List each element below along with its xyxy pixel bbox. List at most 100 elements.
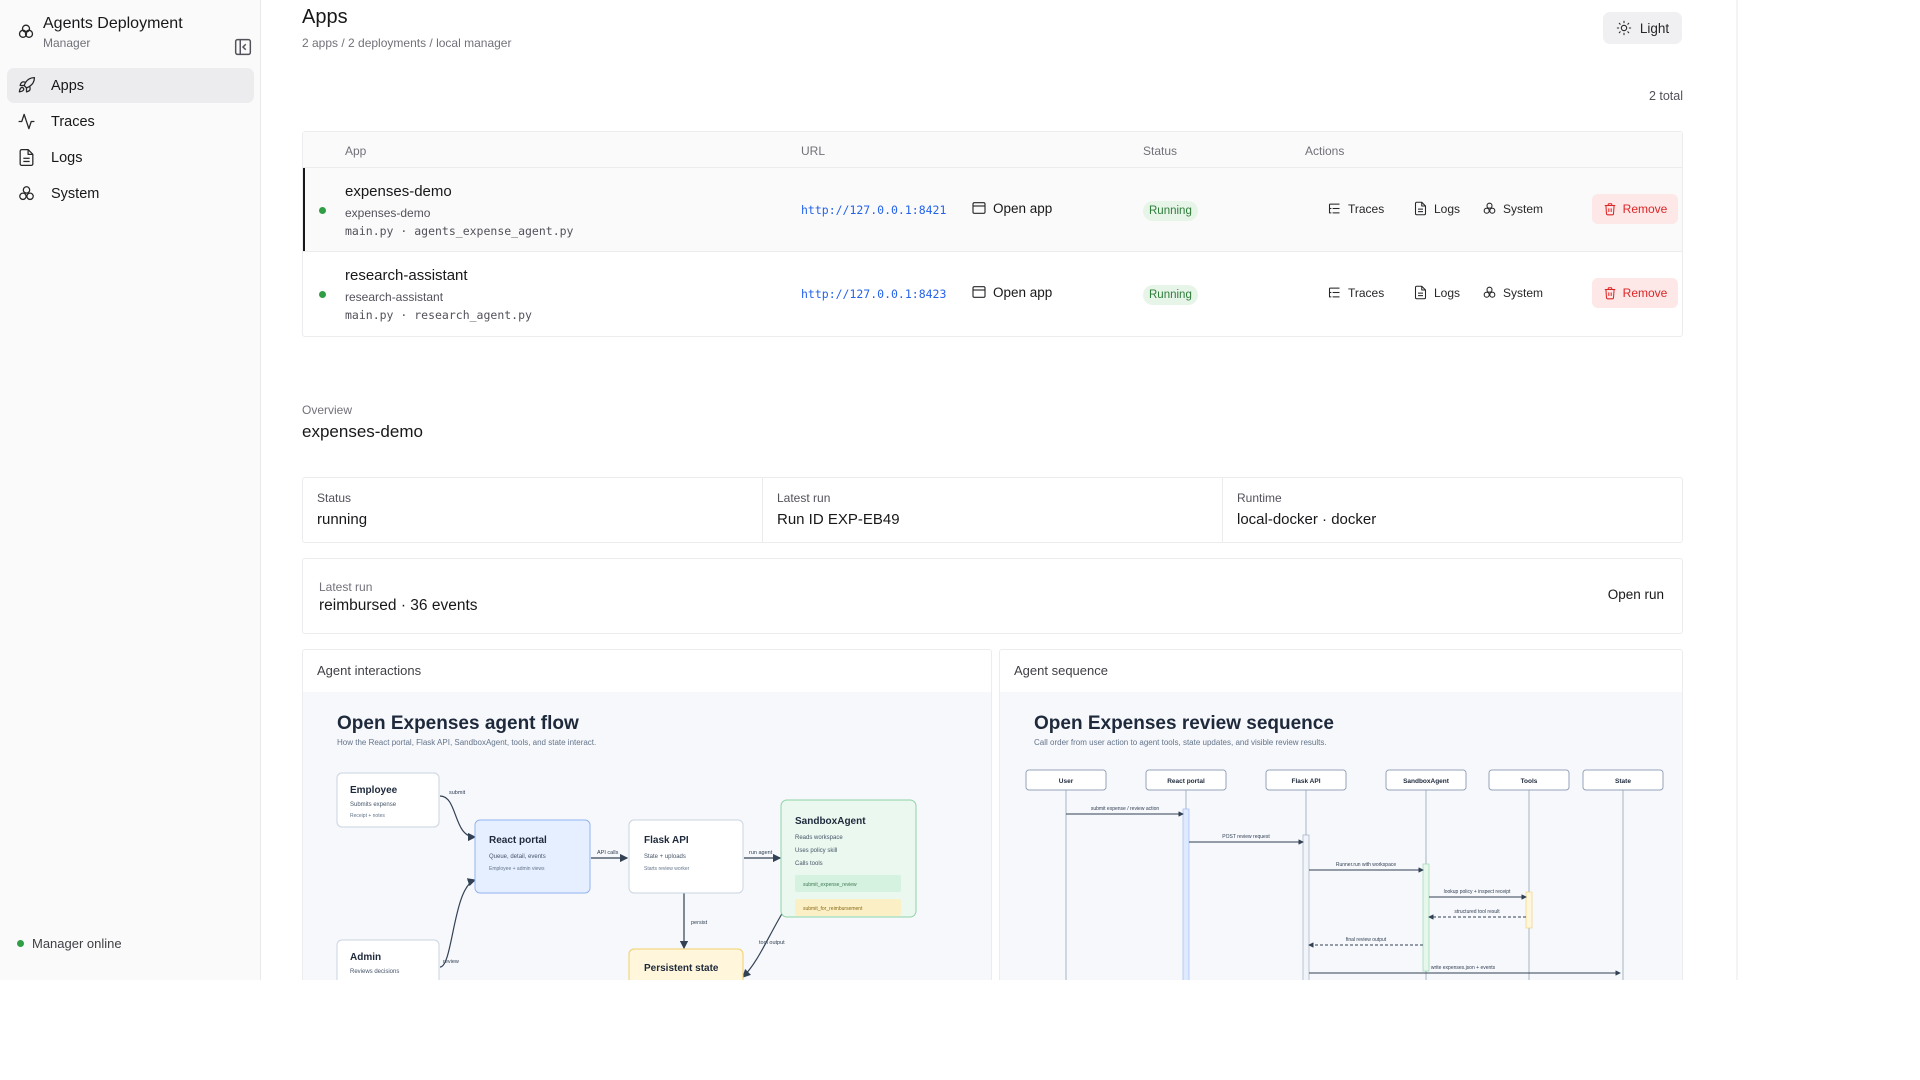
- page-title: Apps: [302, 6, 348, 28]
- node-text: Reviews decisions: [350, 969, 399, 975]
- message-label: lookup policy + inspect receipt: [1444, 889, 1511, 895]
- stat-label: Status: [317, 491, 352, 505]
- message-label: final review output: [1346, 937, 1387, 943]
- remove-button[interactable]: Remove: [1592, 194, 1678, 224]
- remove-label: Remove: [1622, 202, 1668, 216]
- system-button[interactable]: System: [1482, 285, 1543, 300]
- diagram-subtitle: Call order from user action to agent too…: [1034, 738, 1327, 747]
- actor-label: User: [1059, 778, 1074, 785]
- edge-label-persist: persist: [691, 920, 708, 926]
- sidebar: Agents Deployment Manager Apps Traces Lo…: [0, 0, 261, 980]
- column-header-app: App: [345, 144, 367, 158]
- node-title: Persistent state: [644, 963, 719, 974]
- edge-label-review: review: [443, 959, 459, 965]
- sidebar-item-apps[interactable]: Apps: [7, 68, 254, 103]
- trash-icon: [1604, 287, 1615, 300]
- column-header-status: Status: [1143, 144, 1178, 158]
- app-url-link[interactable]: http://127.0.0.1:8423: [801, 287, 946, 301]
- actor-label: SandboxAgent: [1403, 778, 1450, 785]
- app-window: Agents Deployment Manager Apps Traces Lo…: [0, 0, 1738, 980]
- remove-label: Remove: [1622, 286, 1668, 300]
- system-label: System: [1503, 201, 1544, 216]
- open-app-label: Open app: [993, 284, 1053, 300]
- node-text: Receipt + notes: [350, 813, 385, 819]
- traces-button[interactable]: Traces: [1327, 285, 1384, 300]
- main-scrollbar[interactable]: [1736, 0, 1738, 980]
- open-app-label: Open app: [993, 200, 1053, 216]
- apps-table: App URL Status Actions expenses-demo exp…: [302, 131, 1683, 337]
- logs-label: Logs: [1434, 285, 1461, 300]
- node-title: React portal: [489, 835, 547, 846]
- stat-label: Runtime: [1237, 491, 1282, 505]
- node-text: Reads workspace: [795, 835, 843, 841]
- system-button[interactable]: System: [1482, 201, 1543, 216]
- actor-label: State: [1615, 778, 1631, 785]
- window-icon: [972, 202, 986, 214]
- sidebar-item-label: System: [51, 185, 100, 202]
- node-title: SandboxAgent: [795, 816, 866, 827]
- brand-subtitle: Manager: [43, 36, 91, 50]
- activity-icon: [18, 113, 35, 130]
- traces-button[interactable]: Traces: [1327, 201, 1384, 216]
- open-app-button[interactable]: Open app: [971, 284, 1052, 300]
- app-files: main.py · agents_expense_agent.py: [345, 224, 574, 238]
- remove-button[interactable]: Remove: [1592, 278, 1678, 308]
- agent-interactions-panel: Agent interactions submit review API cal…: [302, 649, 992, 980]
- status-dot: [17, 940, 24, 947]
- node-text: Queue, detail, events: [489, 854, 546, 860]
- edge-submit: [439, 795, 477, 842]
- sidebar-item-traces[interactable]: Traces: [7, 104, 254, 139]
- latest-run-card: Latest run reimbursed · 36 events Open r…: [302, 558, 1683, 634]
- node-text: Calls tools: [795, 861, 823, 867]
- sequence-diagram-svg: User React portal Flask API SandboxAgent…: [1025, 769, 1664, 980]
- message-label: POST review request: [1222, 834, 1270, 840]
- latest-run-label: Latest run: [319, 580, 373, 594]
- diagram-title: Open Expenses agent flow: [337, 713, 579, 734]
- sidebar-nav: Apps Traces Logs System: [7, 68, 254, 212]
- total-count: 2 total: [1648, 89, 1683, 103]
- system-icon: [1483, 202, 1496, 214]
- theme-toggle-button[interactable]: Light: [1603, 12, 1682, 44]
- stat-value: local-docker · docker: [1237, 511, 1377, 528]
- message-label: structured tool result: [1454, 909, 1500, 915]
- activation-bar: [1302, 834, 1310, 980]
- sidebar-item-label: Apps: [51, 77, 85, 94]
- list-tree-icon: [1328, 287, 1340, 298]
- brand: Agents Deployment Manager: [14, 14, 254, 56]
- edge-label-run-agent: run agent: [749, 850, 773, 856]
- stat-status: Status running: [303, 478, 763, 542]
- overview-label: Overview: [302, 403, 353, 417]
- system-label: System: [1503, 285, 1544, 300]
- node-text: Starts review worker: [644, 866, 690, 872]
- stat-label: Latest run: [777, 491, 831, 505]
- stat-runtime: Runtime local-docker · docker: [1223, 478, 1682, 542]
- message-label: write expenses.json + events: [1431, 965, 1496, 971]
- page-subtitle: 2 apps / 2 deployments / local manager: [302, 36, 512, 50]
- diagram-title: Open Expenses review sequence: [1034, 713, 1334, 734]
- open-app-button[interactable]: Open app: [971, 200, 1052, 216]
- logs-button[interactable]: Logs: [1413, 201, 1460, 216]
- panel-title: Agent sequence: [1014, 663, 1108, 678]
- node-title: Flask API: [644, 835, 689, 846]
- agent-sequence-panel: Agent sequence User React portal Flask A…: [999, 649, 1683, 980]
- open-run-button[interactable]: Open run: [1608, 587, 1664, 602]
- table-row[interactable]: research-assistant research-assistant ma…: [303, 252, 1682, 336]
- tool-chip-label: submit_expense_review: [803, 882, 857, 888]
- status-dot: [319, 207, 326, 214]
- app-name: research-assistant: [345, 267, 468, 284]
- actor-label: React portal: [1167, 778, 1205, 785]
- system-icon: [19, 186, 34, 201]
- app-id: expenses-demo: [345, 206, 431, 220]
- sidebar-item-logs[interactable]: Logs: [7, 140, 254, 175]
- logs-button[interactable]: Logs: [1413, 285, 1460, 300]
- tool-chip-label: submit_for_reimbursement: [803, 906, 863, 912]
- system-icon: [1483, 286, 1496, 298]
- activation-bar: [1182, 808, 1190, 980]
- sidebar-item-system[interactable]: System: [7, 176, 254, 211]
- app-url-link[interactable]: http://127.0.0.1:8421: [801, 203, 946, 217]
- table-row[interactable]: expenses-demo expenses-demo main.py · ag…: [303, 168, 1682, 252]
- manager-status: Manager online: [17, 936, 122, 951]
- sidebar-collapse-icon[interactable]: [232, 36, 254, 58]
- edge-review: [439, 878, 477, 968]
- manager-status-text: Manager online: [32, 936, 122, 951]
